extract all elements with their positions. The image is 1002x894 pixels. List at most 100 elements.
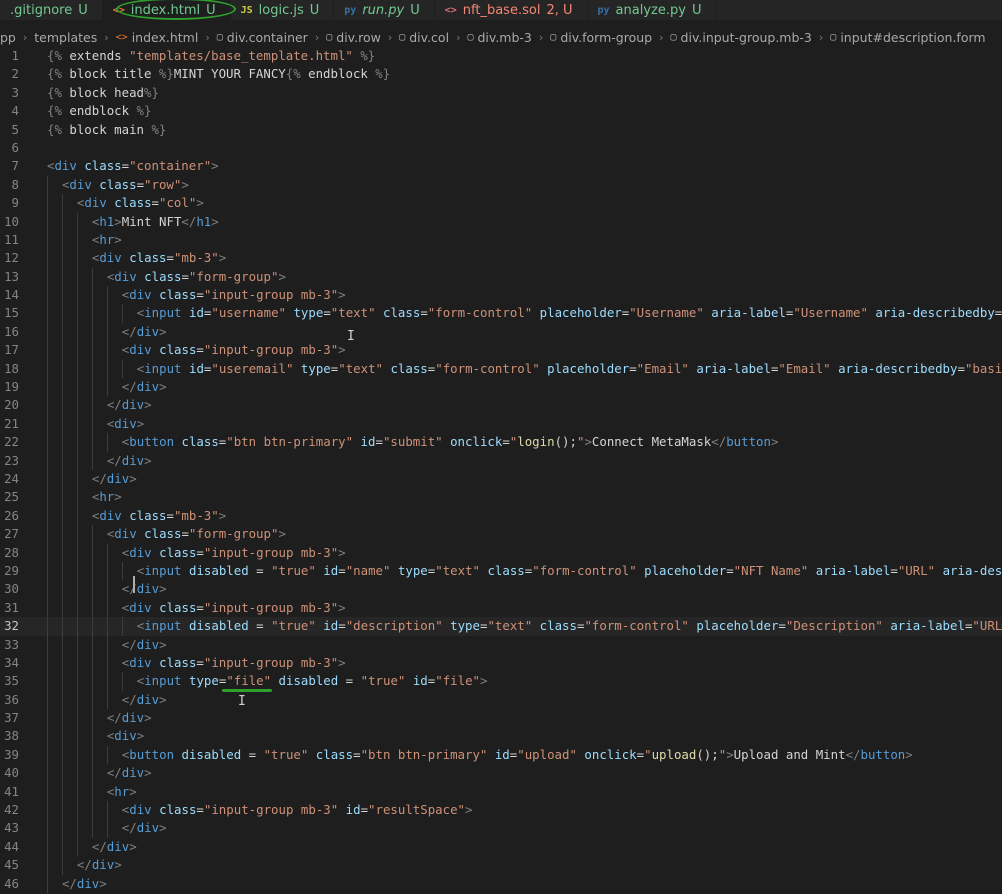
- code-editor[interactable]: 1 {% extends "templates/base_template.htm…: [0, 47, 1002, 894]
- tab-gitignore[interactable]: .gitignore U: [0, 0, 103, 20]
- code-line[interactable]: 27 <div class="form-group">: [0, 525, 1002, 544]
- code-token: "text": [487, 618, 533, 634]
- code-line[interactable]: 38 <div>: [0, 727, 1002, 746]
- code-line[interactable]: 30 </div>: [0, 580, 1002, 599]
- breadcrumb-item[interactable]: ▢ div.row: [326, 30, 381, 45]
- code-line[interactable]: 15 <input id="username" type="text" class…: [0, 304, 1002, 323]
- code-line[interactable]: 8 <div class="row">: [0, 175, 1002, 195]
- line-number: 10: [4, 213, 19, 229]
- indent-guide: [47, 801, 48, 820]
- breadcrumb-item[interactable]: ▢ div.container: [217, 30, 308, 45]
- code-line[interactable]: 35 <input type="file" disabled = "true" i…: [0, 672, 1002, 691]
- code-line[interactable]: 4 {% endblock %}: [0, 102, 1002, 120]
- code-line[interactable]: 25 <hr>: [0, 488, 1002, 507]
- breadcrumb-item[interactable]: <> index.html: [116, 30, 199, 45]
- code-line[interactable]: 13 <div class="form-group">: [0, 267, 1002, 287]
- code-line[interactable]: 19 </div>: [0, 378, 1002, 397]
- tab-index-html[interactable]: <> index.html U: [102, 0, 231, 20]
- code-line[interactable]: 10 <h1>Mint NFT</h1>: [0, 212, 1002, 231]
- code-line[interactable]: 6: [0, 139, 1002, 157]
- code-line[interactable]: 9 <div class="col">: [0, 194, 1002, 213]
- code-line[interactable]: 41 <hr>: [0, 782, 1002, 802]
- code-line[interactable]: 40 </div>: [0, 764, 1002, 783]
- code-line[interactable]: 24 </div>: [0, 469, 1002, 489]
- indent-guide: [61, 598, 63, 618]
- code-line[interactable]: 22 <button class="btn btn-primary" id="su…: [0, 433, 1002, 452]
- code-line[interactable]: 1 {% extends "templates/base_template.htm…: [0, 47, 1002, 65]
- indent-guide: [61, 396, 63, 415]
- code-token: =: [338, 618, 346, 634]
- line-number: 39: [4, 746, 19, 762]
- code-line[interactable]: 7 <div class="container">: [0, 157, 1002, 175]
- code-text: <input type="file" disabled = "true" id=…: [137, 672, 488, 690]
- code-line[interactable]: 26 <div class="mb-3">: [0, 506, 1002, 526]
- code-line[interactable]: 14 <div class="input-group mb-3">: [0, 286, 1002, 305]
- breadcrumb-item[interactable]: ▢ div.form-group: [550, 30, 652, 45]
- code-token: endblock: [308, 66, 376, 82]
- code-line[interactable]: 28 <div class="input-group mb-3">: [0, 543, 1002, 562]
- indent-guide: [61, 304, 63, 323]
- code-line[interactable]: 44 </div>: [0, 837, 1002, 857]
- code-token: class: [121, 507, 167, 523]
- breadcrumb-item[interactable]: templates: [34, 30, 97, 45]
- code-line[interactable]: 3 {% block head%}: [0, 84, 1002, 102]
- breadcrumb-item[interactable]: ▢ div.mb-3: [467, 30, 531, 45]
- code-line[interactable]: 45 </div>: [0, 856, 1002, 875]
- code-token: {%: [285, 66, 309, 82]
- code-line[interactable]: 21 <div>: [0, 414, 1002, 434]
- code-line[interactable]: 16 </div>: [0, 322, 1002, 342]
- code-line[interactable]: 17 <div class="input-group mb-3">: [0, 341, 1002, 360]
- code-line[interactable]: 31 <div class="input-group mb-3">: [0, 598, 1002, 618]
- code-line[interactable]: 39 <button disabled = "true" class="btn b…: [0, 745, 1002, 765]
- line-number: 32: [4, 618, 19, 634]
- line-number: 46: [4, 875, 19, 891]
- code-line[interactable]: 29 <input disabled = "true" id="name" typ…: [0, 561, 1002, 581]
- indent-guide: [47, 378, 48, 397]
- breadcrumb-item[interactable]: ▢ div.input-group.mb-3: [671, 30, 812, 45]
- code-line[interactable]: 42 <div class="input-group mb-3" id="resu…: [0, 801, 1002, 820]
- indent-guide: [106, 561, 108, 581]
- breadcrumb-item[interactable]: pp: [0, 30, 16, 45]
- code-token: "basic: [964, 360, 1002, 376]
- code-line[interactable]: 43 </div>: [0, 819, 1002, 838]
- breadcrumb-item[interactable]: ▢ div.col: [399, 30, 449, 45]
- code-line[interactable]: 11 <hr>: [0, 230, 1002, 250]
- code-token: class: [91, 176, 137, 192]
- code-line[interactable]: 18 <input id="useremail" type="text" clas…: [0, 359, 1002, 379]
- code-token: =: [353, 746, 361, 762]
- code-line[interactable]: 46 </div>: [0, 874, 1002, 893]
- code-line[interactable]: 33 </div>: [0, 635, 1002, 654]
- code-token: >: [218, 507, 227, 523]
- code-line[interactable]: 20 </div>: [0, 396, 1002, 415]
- code-line[interactable]: 34 <div class="input-group mb-3">: [0, 653, 1002, 673]
- element-symbol-icon: ▢: [326, 31, 333, 43]
- code-token: >: [144, 710, 152, 726]
- indent-guide: [121, 561, 123, 581]
- code-token: =: [248, 562, 272, 578]
- tab-logic-js[interactable]: JS logic.js U: [231, 0, 335, 20]
- line-number: 23: [4, 452, 19, 468]
- indent-guide: [91, 378, 93, 397]
- code-token: >: [159, 323, 167, 339]
- code-token: button: [129, 434, 175, 450]
- code-line[interactable]: 2 {% block title %}MINT YOUR FANCY{% endb…: [0, 65, 1002, 83]
- indent-guide: [47, 635, 48, 654]
- tab-label: analyze.py: [615, 2, 686, 18]
- line-number: 40: [4, 765, 19, 781]
- code-token: >: [338, 342, 346, 358]
- code-token: MINT YOUR FANCY: [173, 66, 286, 82]
- code-text: <hr>: [92, 488, 122, 506]
- code-text: <hr>: [92, 231, 122, 249]
- code-line[interactable]: 12 <div class="mb-3">: [0, 249, 1002, 268]
- breadcrumb-item[interactable]: ▢ input#description.form: [830, 30, 985, 45]
- code-token: "input-group mb-3": [203, 654, 339, 670]
- code-line[interactable]: 5 {% block main %}: [0, 121, 1002, 139]
- code-token: "URL": [897, 562, 936, 578]
- tab-analyze-py[interactable]: py analyze.py U: [588, 0, 717, 20]
- tab-nft-base-sol[interactable]: <> nft_base.sol 2, U: [435, 0, 588, 20]
- code-line[interactable]: 37 </div>: [0, 709, 1002, 728]
- code-line[interactable]: 32 <input disabled = "true" id="descripti…: [0, 617, 1002, 636]
- code-line[interactable]: 23 </div>: [0, 451, 1002, 470]
- code-line[interactable]: 36 </div>: [0, 690, 1002, 710]
- tab-run-py[interactable]: py run.py U: [334, 0, 435, 20]
